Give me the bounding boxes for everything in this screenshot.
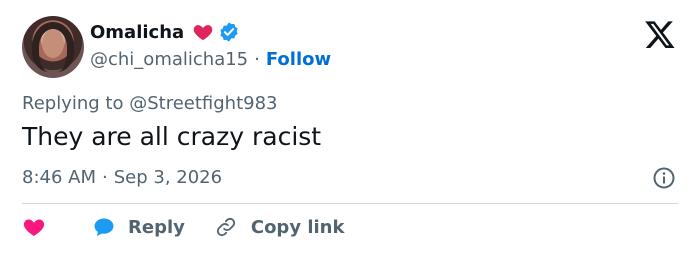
speech-bubble-icon <box>94 218 114 236</box>
follow-button[interactable]: Follow <box>266 49 331 70</box>
heart-icon <box>193 25 213 41</box>
reply-label: Reply <box>128 216 185 238</box>
divider <box>22 203 678 204</box>
replying-to-prefix: Replying to <box>22 93 124 114</box>
like-heart-icon[interactable] <box>22 215 46 239</box>
copy-link-button[interactable]: Copy link <box>185 216 345 238</box>
x-logo-icon[interactable] <box>644 18 676 50</box>
author-handle-row: @chi_omalicha15 · Follow <box>90 49 331 70</box>
author-name-row: Omalicha <box>90 21 240 43</box>
tweet-date[interactable]: Sep 3, 2026 <box>114 167 222 188</box>
verified-icon <box>220 22 238 42</box>
avatar[interactable] <box>22 16 84 78</box>
action-bar: Reply Copy link <box>22 215 344 239</box>
info-icon[interactable] <box>652 166 676 190</box>
handle-separator: · <box>254 49 260 70</box>
author-handle[interactable]: @chi_omalicha15 <box>90 49 248 70</box>
replying-to-handle[interactable]: @Streetfight983 <box>129 93 277 114</box>
copy-link-label: Copy link <box>250 216 345 238</box>
tweet-text: They are all crazy racist <box>22 122 322 151</box>
link-icon <box>216 217 235 237</box>
tweet-meta: 8:46 AM · Sep 3, 2026 <box>22 167 222 188</box>
tweet-time[interactable]: 8:46 AM <box>22 167 96 188</box>
author-name[interactable]: Omalicha <box>90 22 184 43</box>
reply-button[interactable]: Reply <box>46 215 185 239</box>
meta-separator: · <box>102 167 108 188</box>
avatar-face <box>42 29 64 58</box>
replying-to: Replying to @Streetfight983 <box>22 93 278 114</box>
